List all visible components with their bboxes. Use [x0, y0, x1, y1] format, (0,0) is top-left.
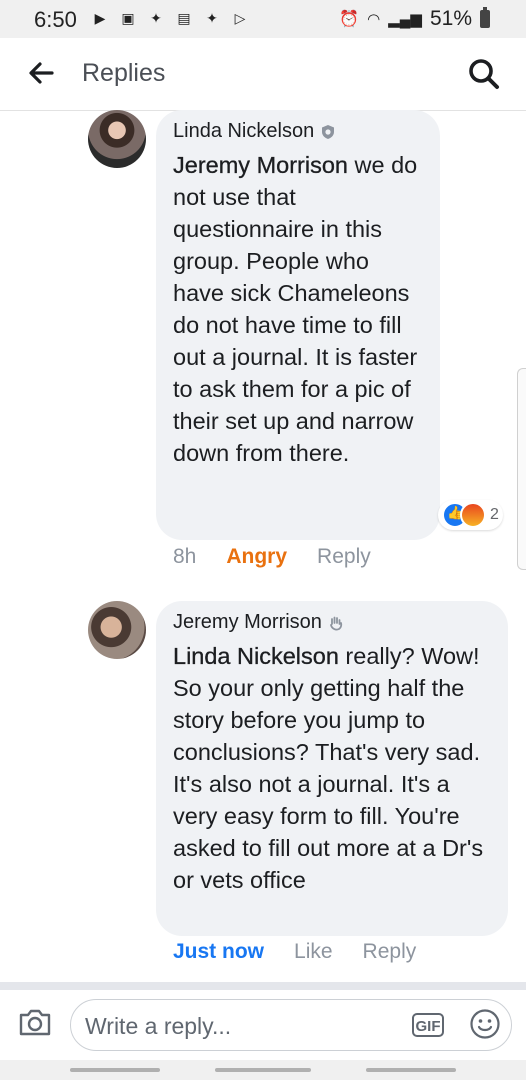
admin-shield-icon	[322, 124, 335, 139]
author-name[interactable]: Linda Nickelson	[173, 120, 314, 143]
reply-box[interactable]: GIF	[70, 999, 512, 1051]
header: Replies	[0, 38, 526, 111]
wifi-icon: ◠	[367, 11, 381, 28]
comment-text: Linda Nickelson really? Wow! So your onl…	[173, 643, 484, 893]
nav-home-button[interactable]	[215, 1068, 311, 1072]
avatar[interactable]	[88, 601, 146, 659]
comment-time: 8h	[173, 545, 197, 568]
nav-back-button[interactable]	[366, 1068, 456, 1072]
divider	[0, 982, 526, 990]
system-nav-bar	[0, 1060, 526, 1080]
reply-input[interactable]	[83, 1009, 397, 1043]
comment-text: Jeremy Morrison we do not use that quest…	[173, 152, 418, 466]
camera-icon[interactable]	[18, 1007, 52, 1037]
comment-author[interactable]: Jeremy Morrison	[173, 611, 490, 634]
twitter-icon: ✦	[150, 10, 162, 26]
play-store-icon: ▷	[234, 10, 246, 26]
battery-percent: 51%	[429, 7, 472, 30]
reply-composer: GIF	[0, 990, 526, 1060]
status-time: 6:50	[34, 7, 77, 32]
comment-actions: Just now Like Reply	[173, 940, 416, 964]
gif-button[interactable]: GIF	[412, 1013, 444, 1037]
waving-hand-icon	[330, 616, 343, 630]
comment-time[interactable]: Just now	[173, 940, 264, 964]
battery-icon	[480, 7, 490, 28]
comment-actions: 8h Angry Reply	[173, 545, 371, 569]
like-button[interactable]: Like	[294, 940, 333, 964]
alarm-icon: ⏰	[339, 11, 360, 28]
status-right: ⏰ ◠ ▂▄▆ 51%	[339, 7, 490, 31]
angry-reaction-icon	[460, 502, 486, 528]
nav-recent-button[interactable]	[70, 1068, 160, 1072]
comment-author[interactable]: Linda Nickelson	[173, 120, 422, 143]
signal-icon: ▂▄▆	[388, 11, 422, 28]
scroll-indicator[interactable]	[517, 368, 526, 570]
reply-button[interactable]: Reply	[363, 940, 417, 964]
reaction-count: 2	[490, 506, 499, 523]
status-bar: 6:50 ▶ ▣ ✦ ▤ ✦ ▷ ⏰ ◠ ▂▄▆ 51%	[0, 0, 526, 38]
twitter-icon-2: ✦	[206, 10, 218, 26]
reply-button[interactable]: Reply	[317, 545, 371, 569]
gallery-icon: ▣	[121, 10, 135, 26]
search-icon[interactable]	[466, 56, 502, 92]
page-title: Replies	[82, 59, 166, 87]
angry-reaction-button[interactable]: Angry	[226, 545, 287, 569]
mention-link[interactable]: Linda Nickelson	[173, 643, 339, 669]
notification-icons: ▶ ▣ ✦ ▤ ✦ ▷	[90, 9, 250, 27]
author-name[interactable]: Jeremy Morrison	[173, 611, 322, 634]
youtube-icon: ▶	[94, 10, 106, 26]
calendar-icon: ▤	[177, 10, 191, 26]
comment-bubble[interactable]: Jeremy Morrison Linda Nickelson really? …	[156, 601, 508, 936]
comment-bubble[interactable]: Linda Nickelson Jeremy Morrison we do no…	[156, 110, 440, 540]
back-arrow-icon[interactable]	[26, 58, 56, 88]
mention-link[interactable]: Jeremy Morrison	[173, 152, 348, 178]
avatar[interactable]	[88, 110, 146, 168]
reactions-summary[interactable]: 2	[438, 500, 503, 530]
emoji-icon[interactable]	[469, 1008, 501, 1040]
